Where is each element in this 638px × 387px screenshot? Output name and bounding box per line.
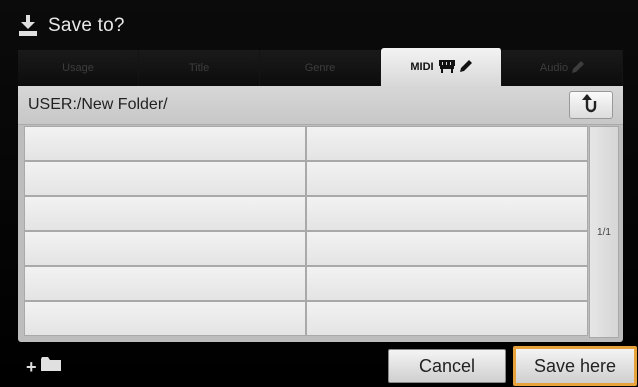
new-folder-button[interactable]: + xyxy=(26,357,61,376)
tab-label: Title xyxy=(188,62,210,74)
save-here-button[interactable]: Save here xyxy=(513,346,637,386)
up-folder-button[interactable] xyxy=(569,91,613,119)
file-slot[interactable] xyxy=(306,126,588,161)
plus-icon: + xyxy=(26,356,37,377)
pencil-icon xyxy=(459,59,472,75)
cancel-button[interactable]: Cancel xyxy=(388,349,506,383)
file-slot[interactable] xyxy=(24,266,306,301)
file-panel: USER:/New Folder/ 1/1 xyxy=(18,86,623,342)
file-slot[interactable] xyxy=(306,231,588,266)
save-download-icon xyxy=(18,15,38,37)
tab-genre[interactable]: Genre xyxy=(260,50,381,86)
title-bar: Save to? xyxy=(18,11,125,41)
tab-bar: Usage Title Genre MIDI Audio xyxy=(18,48,623,86)
tab-label: Audio xyxy=(539,62,569,74)
tab-title[interactable]: Title xyxy=(139,50,260,86)
file-grid xyxy=(24,126,588,338)
folder-icon xyxy=(40,357,61,376)
file-slot[interactable] xyxy=(306,266,588,301)
tab-midi[interactable]: MIDI xyxy=(381,48,502,86)
tab-label: Usage xyxy=(62,62,94,74)
file-slot[interactable] xyxy=(306,161,588,196)
tab-audio[interactable]: Audio xyxy=(502,50,623,86)
file-slot[interactable] xyxy=(306,196,588,231)
tab-label: MIDI xyxy=(410,61,434,73)
pencil-icon xyxy=(572,60,585,76)
file-slot[interactable] xyxy=(24,161,306,196)
file-slot[interactable] xyxy=(24,301,306,336)
page-indicator[interactable]: 1/1 xyxy=(589,126,619,338)
tab-label: Genre xyxy=(304,62,336,74)
path-bar: USER:/New Folder/ xyxy=(18,86,623,125)
current-path: USER:/New Folder/ xyxy=(28,96,168,113)
file-slot[interactable] xyxy=(24,196,306,231)
save-dialog: Save to? Usage Title Genre MIDI Audio US… xyxy=(0,0,638,387)
file-slot[interactable] xyxy=(24,231,306,266)
file-slot[interactable] xyxy=(24,126,306,161)
file-slot[interactable] xyxy=(306,301,588,336)
back-up-arrow-icon xyxy=(581,93,601,118)
dialog-title: Save to? xyxy=(48,15,125,36)
action-bar: + Cancel Save here xyxy=(0,345,638,387)
page-number: 1/1 xyxy=(597,226,611,238)
keyboard-icon xyxy=(438,59,456,76)
tab-usage[interactable]: Usage xyxy=(18,50,139,86)
